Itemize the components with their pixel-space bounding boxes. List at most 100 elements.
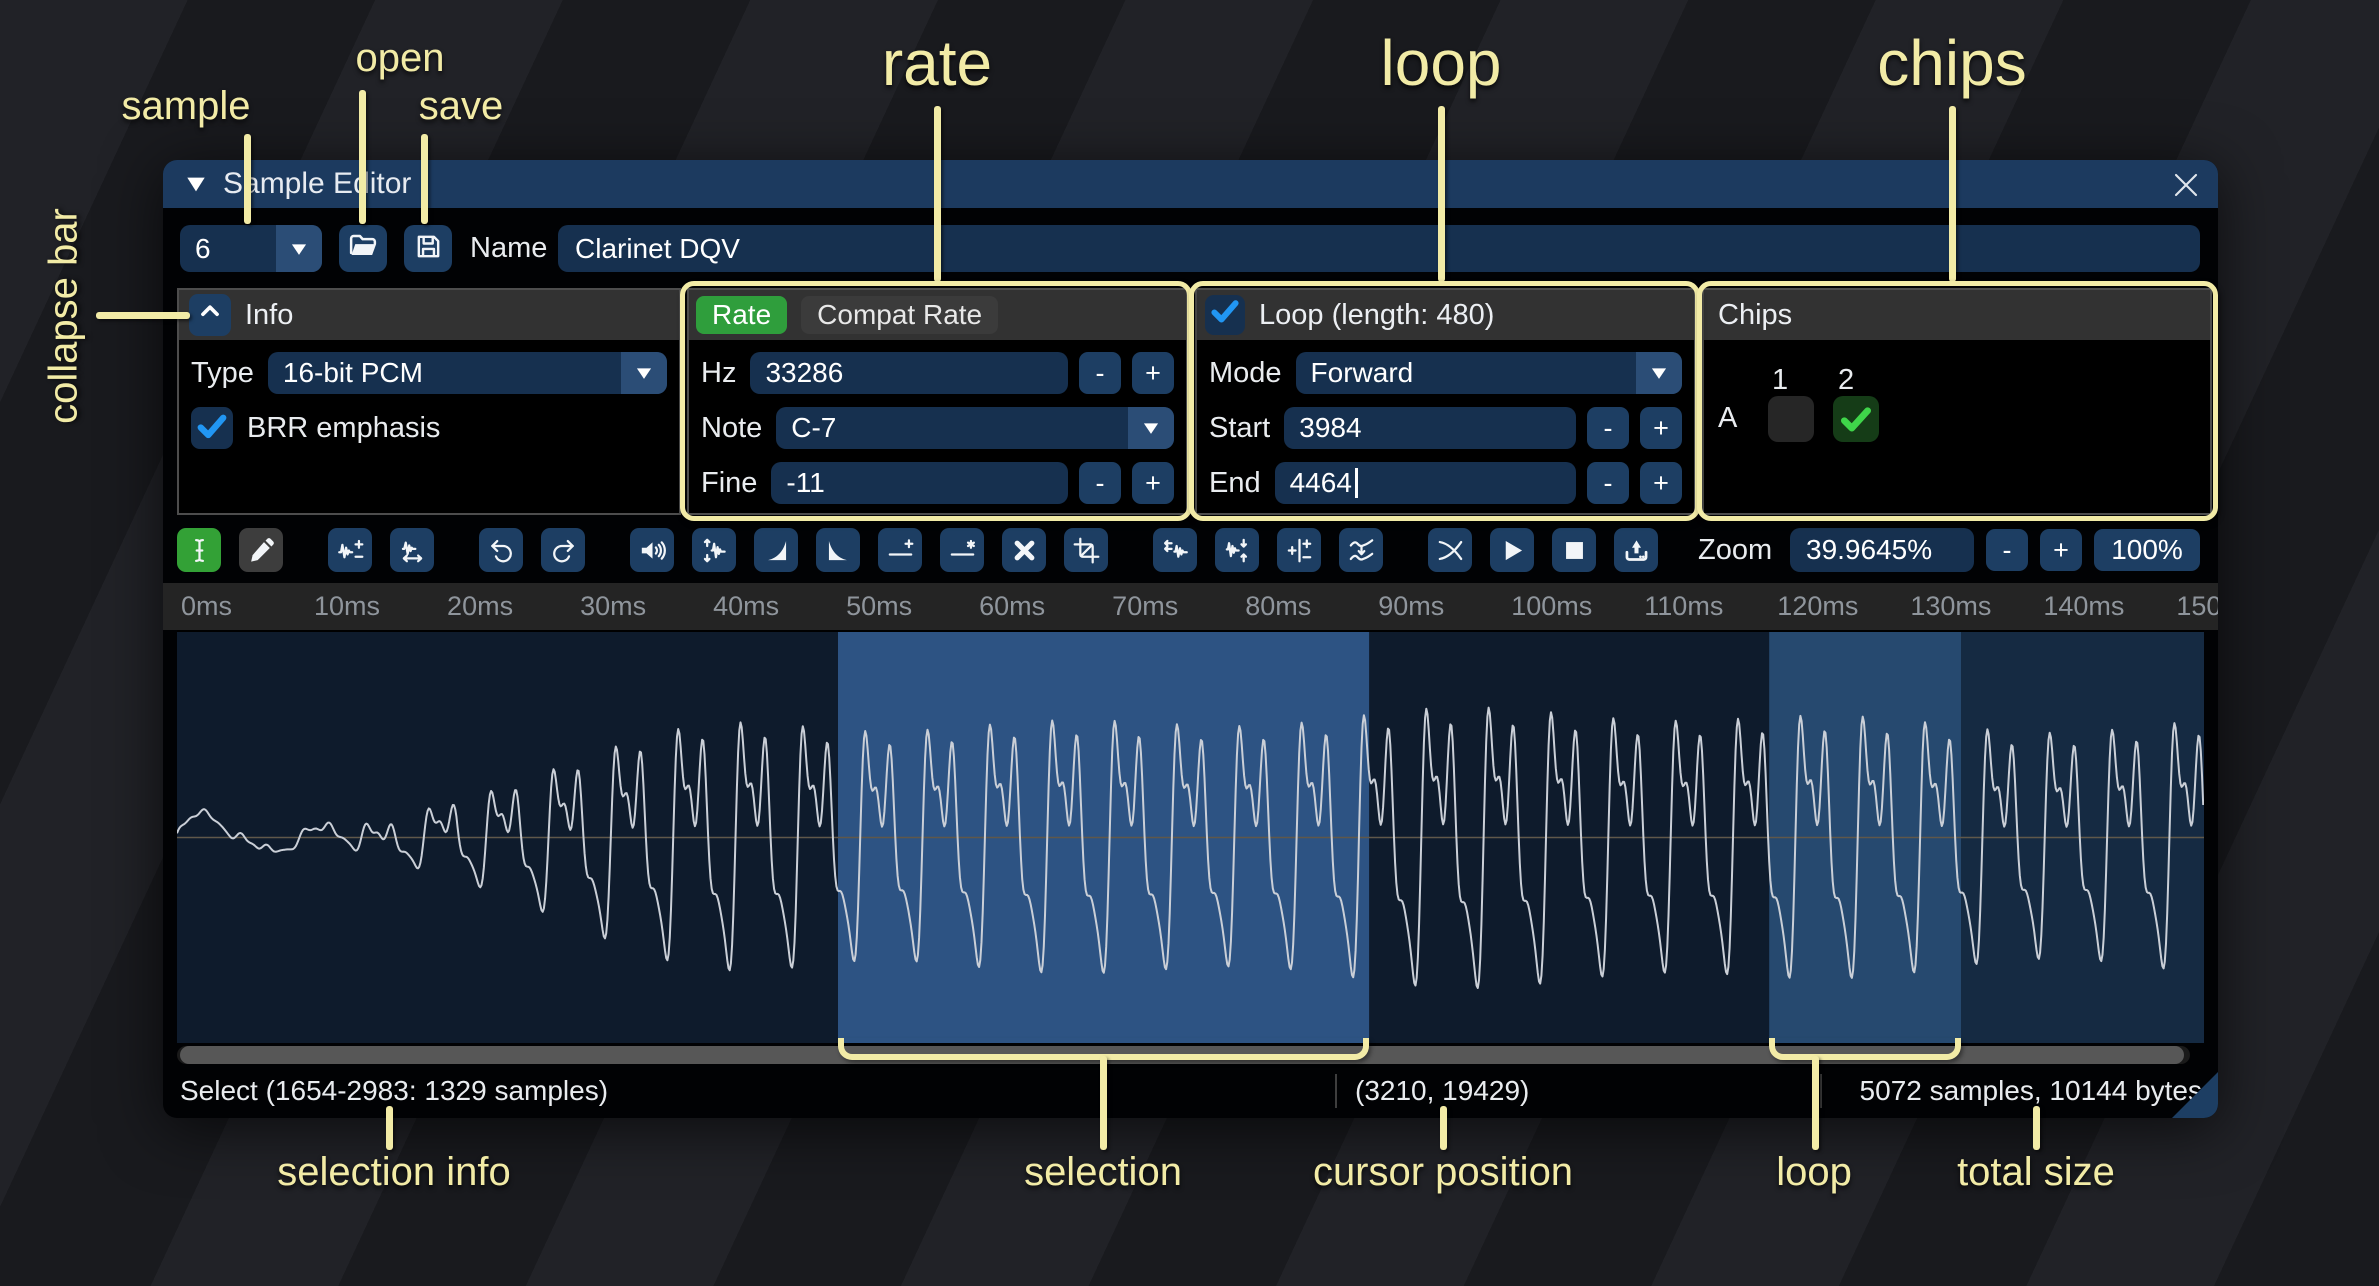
titlebar[interactable]: Sample Editor: [163, 160, 2218, 208]
save-sample-button[interactable]: [404, 225, 452, 272]
select-tool-button[interactable]: [177, 528, 221, 572]
stop-preview-button[interactable]: [1552, 528, 1596, 572]
folder-open-icon: [348, 231, 378, 266]
fade-in-button[interactable]: [754, 528, 798, 572]
preview-button[interactable]: [1490, 528, 1534, 572]
ruler-tick: 20ms: [447, 583, 513, 630]
floppy-save-icon: [414, 232, 443, 266]
zoom-in-button[interactable]: +: [2040, 529, 2082, 571]
ruler-tick: 10ms: [314, 583, 380, 630]
resample-icon: [399, 537, 426, 564]
zoom-input[interactable]: 39.9645%: [1790, 528, 1974, 572]
annotation-line: [359, 90, 366, 224]
annotation-line: [1438, 106, 1445, 282]
annotation-line: [1440, 1106, 1447, 1150]
type-dropdown[interactable]: 16-bit PCM: [268, 352, 667, 394]
redo-button[interactable]: [541, 528, 585, 572]
amplify-icon: [639, 537, 666, 564]
total-size-text: 5072 samples, 10144 bytes: [1860, 1064, 2202, 1118]
waveform-display[interactable]: [177, 630, 2204, 1041]
name-label: Name: [470, 225, 547, 272]
ruler-tick: 60ms: [979, 583, 1045, 630]
zoom-label: Zoom: [1698, 528, 1772, 572]
crossfade-loop-button[interactable]: [1428, 528, 1472, 572]
annotation-loop-bracket: [1769, 1038, 1961, 1060]
close-icon[interactable]: [2168, 167, 2204, 203]
annotation-line: [96, 312, 190, 319]
resample-button[interactable]: [390, 528, 434, 572]
annotation-loop-bottom: loop: [1776, 1150, 1852, 1195]
undo-button[interactable]: [479, 528, 523, 572]
fade-out-button[interactable]: [816, 528, 860, 572]
draw-tool-icon: [248, 537, 275, 564]
fade-in-icon: [763, 537, 790, 564]
annotation-line: [386, 1106, 393, 1150]
delete-button[interactable]: [1002, 528, 1046, 572]
stop-preview-icon: [1561, 537, 1588, 564]
normalize-button[interactable]: [692, 528, 736, 572]
zoom-reset-button[interactable]: 100%: [2094, 529, 2200, 571]
selection-info-text: Select (1654-2983: 1329 samples): [180, 1064, 608, 1118]
resize-grip[interactable]: [2172, 1072, 2218, 1118]
draw-tool-button[interactable]: [239, 528, 283, 572]
trim-button[interactable]: [1064, 528, 1108, 572]
signed-unsigned-button[interactable]: [1277, 528, 1321, 572]
ruler-tick: 40ms: [713, 583, 779, 630]
annotation-loop-outline: [1189, 281, 1700, 521]
invert-icon: [1224, 537, 1251, 564]
name-value: Clarinet DQV: [575, 233, 740, 265]
sample-toolbar: [177, 528, 1658, 572]
annotation-save: save: [419, 84, 504, 129]
annotation-line: [934, 106, 941, 282]
annotation-line: [421, 134, 428, 224]
zoom-out-button[interactable]: -: [1986, 529, 2028, 571]
open-sample-button[interactable]: [339, 225, 387, 272]
reverse-button[interactable]: [1153, 528, 1197, 572]
create-wavetable-button[interactable]: [1614, 528, 1658, 572]
collapse-window-icon[interactable]: [185, 173, 207, 195]
chevron-up-icon: [197, 298, 223, 332]
ruler-tick: 90ms: [1378, 583, 1444, 630]
resize-button[interactable]: [328, 528, 372, 572]
chevron-down-icon[interactable]: [276, 225, 322, 272]
redo-icon: [550, 537, 577, 564]
annotation-line: [244, 134, 251, 224]
annotation-selection: selection: [1024, 1150, 1182, 1195]
timeline-ruler: 0ms10ms20ms30ms40ms50ms60ms70ms80ms90ms1…: [163, 583, 2218, 630]
trim-icon: [1073, 537, 1100, 564]
annotation-selection-info: selection info: [277, 1150, 510, 1195]
annotation-total-size: total size: [1957, 1150, 2115, 1195]
sample-number-select[interactable]: 6: [180, 225, 322, 272]
preview-icon: [1499, 537, 1526, 564]
ruler-tick: 140ms: [2043, 583, 2124, 630]
invert-button[interactable]: [1215, 528, 1259, 572]
annotation-line: [1949, 106, 1956, 282]
type-value: 16-bit PCM: [268, 352, 621, 394]
annotation-sample: sample: [122, 84, 251, 129]
apply-filter-button[interactable]: [1339, 528, 1383, 572]
ruler-tick: 100ms: [1511, 583, 1592, 630]
amplify-button[interactable]: [630, 528, 674, 572]
create-wavetable-icon: [1623, 537, 1650, 564]
apply-silence-button[interactable]: [940, 528, 984, 572]
annotation-rate: rate: [882, 26, 992, 100]
ruler-tick: 30ms: [580, 583, 646, 630]
resize-icon: [337, 537, 364, 564]
info-panel-title: Info: [245, 299, 293, 332]
annotation-loop-top: loop: [1381, 26, 1502, 100]
insert-silence-icon: [887, 537, 914, 564]
brr-emphasis-checkbox[interactable]: [191, 407, 233, 449]
annotation-rate-outline: [680, 281, 1192, 521]
status-bar: Select (1654-2983: 1329 samples) (3210, …: [163, 1064, 2218, 1118]
collapse-bar-button[interactable]: [189, 294, 231, 336]
insert-silence-button[interactable]: [878, 528, 922, 572]
annotation-chips: chips: [1877, 26, 2026, 100]
sample-number-value: 6: [180, 225, 276, 272]
normalize-icon: [701, 537, 728, 564]
ruler-tick: 150ms: [2176, 583, 2218, 630]
apply-filter-icon: [1348, 537, 1375, 564]
fade-out-icon: [825, 537, 852, 564]
crossfade-loop-icon: [1437, 537, 1464, 564]
ruler-tick: 70ms: [1112, 583, 1178, 630]
window-title: Sample Editor: [223, 167, 411, 201]
